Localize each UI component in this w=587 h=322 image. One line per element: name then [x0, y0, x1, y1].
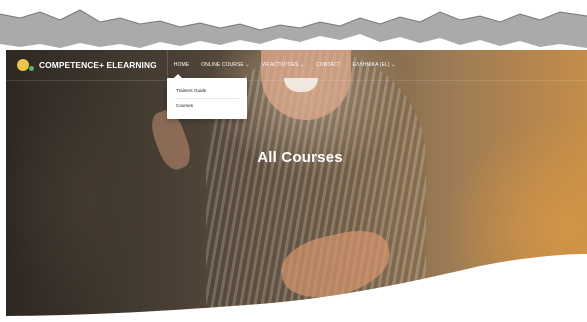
- nav-item-language[interactable]: ΕΛΛΗΝΙΚΑ (EL) ⌄: [353, 62, 396, 68]
- nav-item-home[interactable]: HOME: [174, 62, 189, 68]
- nav-item-contact[interactable]: CONTACT: [316, 62, 341, 68]
- torn-paper-header: [0, 0, 587, 52]
- nav-divider: [166, 50, 168, 80]
- main-menu: HOME ONLINE COURSE ⌄ VR ACTIVITIES ⌄ CON…: [174, 62, 408, 68]
- dropdown-item-trainers-guide[interactable]: Trainers Guide: [176, 88, 206, 93]
- brand-name[interactable]: COMPETENCE+ ELEARNING: [39, 60, 157, 70]
- competence-logo-icon[interactable]: [17, 59, 34, 71]
- nav-item-vr-activities[interactable]: VR ACTIVITIES ⌄: [262, 62, 304, 68]
- top-navbar: COMPETENCE+ ELEARNING HOME ONLINE COURSE…: [6, 50, 587, 81]
- dropdown-divider: [175, 98, 239, 99]
- hero-bottom-wave: [0, 254, 587, 322]
- online-course-dropdown: Trainers Guide Courses: [167, 74, 247, 119]
- torn-edge-decoration: [0, 9, 587, 48]
- page-title: All Courses: [257, 149, 343, 166]
- nav-item-online-course[interactable]: ONLINE COURSE ⌄: [201, 62, 249, 68]
- dropdown-item-courses[interactable]: Courses: [176, 103, 193, 108]
